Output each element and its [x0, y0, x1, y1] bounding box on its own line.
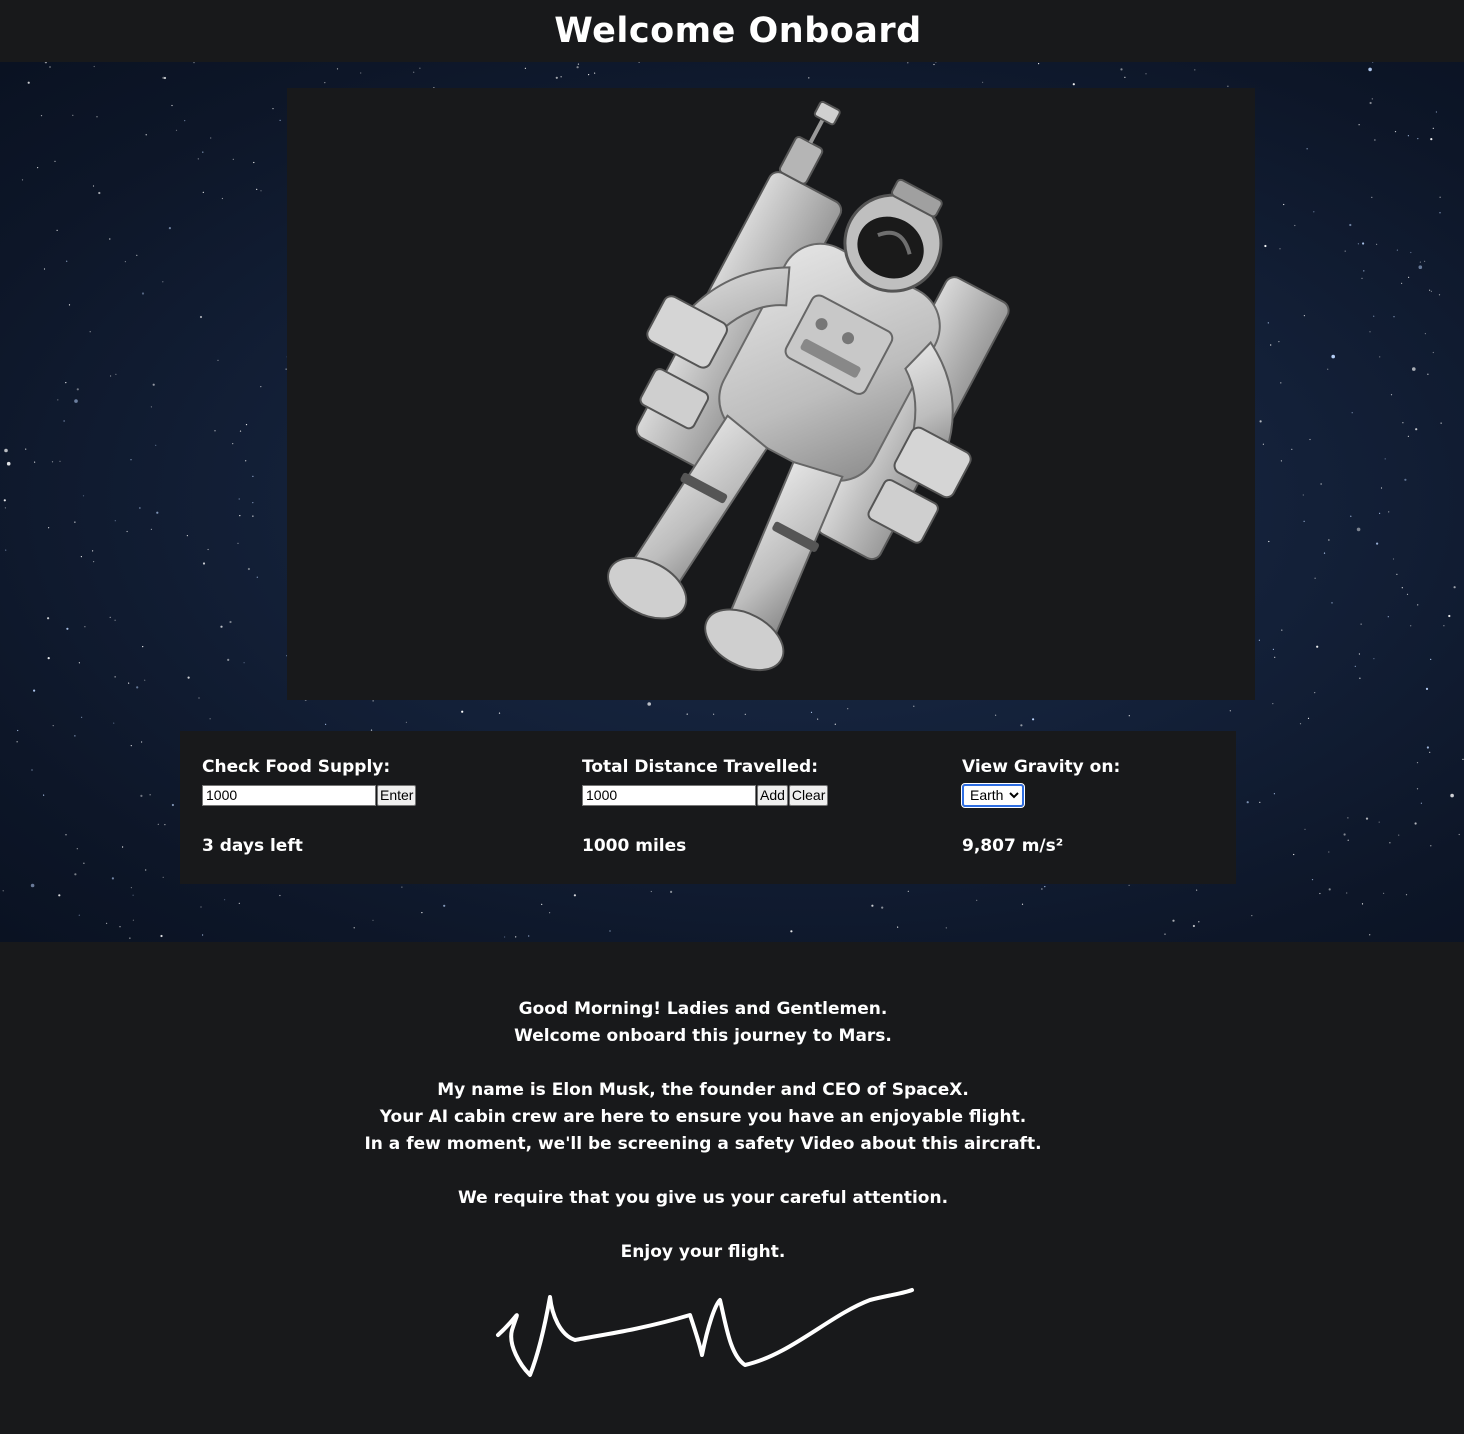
gravity-result: 9,807 m/s²: [962, 836, 1064, 856]
gravity-label: View Gravity on:: [962, 757, 1121, 777]
message-line: Your AI cabin crew are here to ensure yo…: [379, 1107, 1027, 1127]
welcome-message: Good Morning! Ladies and Gentlemen. Welc…: [0, 996, 1435, 1266]
message-line: Good Morning! Ladies and Gentlemen.: [518, 999, 888, 1019]
distance-label: Total Distance Travelled:: [582, 757, 818, 777]
message-line: In a few moment, we'll be screening a sa…: [364, 1134, 1042, 1154]
food-supply-section: Check Food Supply: Enter: [202, 756, 417, 806]
page-header: Welcome Onboard: [0, 0, 1464, 62]
distance-result: 1000 miles: [582, 836, 687, 856]
distance-input[interactable]: [582, 784, 756, 806]
add-button[interactable]: Add: [757, 784, 788, 806]
food-supply-result: 3 days left: [202, 836, 303, 856]
food-supply-label: Check Food Supply:: [202, 757, 391, 777]
enter-button[interactable]: Enter: [377, 784, 417, 806]
controls-panel: Check Food Supply: Enter Total Distance …: [180, 731, 1236, 884]
message-line: My name is Elon Musk, the founder and CE…: [437, 1080, 969, 1100]
message-line: Welcome onboard this journey to Mars.: [514, 1026, 892, 1046]
distance-section: Total Distance Travelled: Add Clear: [582, 756, 829, 806]
planet-select[interactable]: Earth: [961, 782, 1025, 808]
message-line: Enjoy your flight.: [620, 1242, 786, 1262]
gravity-section: View Gravity on: Earth: [961, 756, 1121, 808]
signature-image: [496, 1288, 914, 1377]
message-line: We require that you give us your careful…: [457, 1188, 949, 1208]
page-title: Welcome Onboard: [554, 11, 922, 51]
food-supply-input[interactable]: [202, 784, 376, 806]
astronaut-illustration: [607, 100, 1010, 672]
clear-button[interactable]: Clear: [788, 784, 829, 806]
astronaut-image: [287, 88, 1255, 700]
